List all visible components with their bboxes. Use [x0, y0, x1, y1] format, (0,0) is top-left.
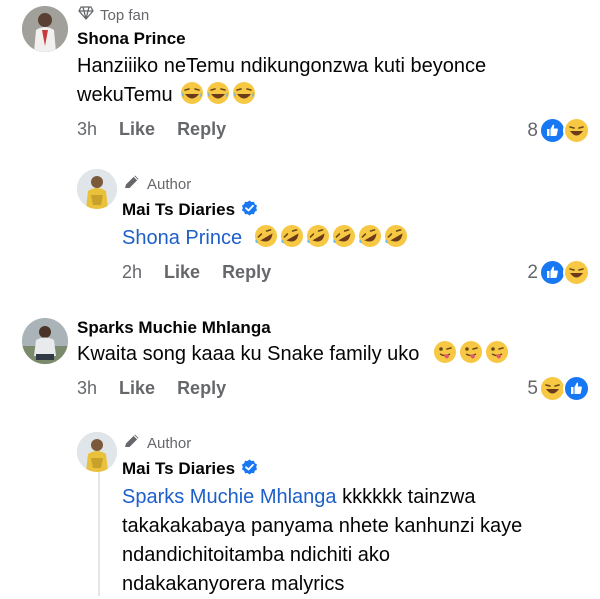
avatar[interactable]: [77, 169, 117, 209]
commenter-name[interactable]: Mai Ts Diaries: [122, 459, 258, 479]
laughing-face-emoji: [181, 82, 204, 104]
timestamp[interactable]: 3h: [77, 119, 97, 140]
comment-meta: 2h Like Reply: [122, 262, 271, 283]
badge-label: Top fan: [100, 6, 150, 24]
like-reaction-icon: [539, 259, 566, 286]
rofl-face-emoji: [384, 225, 407, 247]
like-reaction-icon: [539, 117, 566, 144]
comment-text-line: Hanziiiko neTemu ndikungonzwa kuti beyon…: [77, 55, 487, 77]
rofl-face-emoji: [280, 225, 303, 247]
reply-button[interactable]: Reply: [177, 119, 226, 140]
reaction-count: 8: [527, 119, 538, 141]
comment-text: Kwaita song kaaa ku Snake family uko: [77, 340, 509, 369]
reaction-count: 5: [527, 377, 538, 399]
author-badge: Author: [123, 433, 191, 453]
comment-text-line: ndandichitoitamba ndichiti ako: [122, 544, 390, 566]
verified-badge-icon: [242, 200, 258, 216]
timestamp[interactable]: 3h: [77, 378, 97, 399]
rofl-face-emoji: [358, 225, 381, 247]
thread-line: [98, 460, 100, 596]
comment-meta: 3h Like Reply: [77, 119, 226, 140]
like-reaction-icon: [563, 375, 590, 402]
comment-text-line: wekuTemu: [77, 81, 577, 110]
avatar[interactable]: [77, 432, 117, 472]
rofl-face-emoji: [306, 225, 329, 247]
timestamp[interactable]: 2h: [122, 262, 142, 283]
haha-reaction-icon: [563, 117, 590, 144]
laughing-face-emoji: [207, 82, 230, 104]
commenter-name[interactable]: Mai Ts Diaries: [122, 200, 258, 220]
winking-tongue-face-emoji: [485, 341, 508, 363]
pen-icon: [123, 174, 141, 194]
reaction-count: 2: [527, 261, 538, 283]
emoji-group: [431, 341, 509, 365]
mention-link[interactable]: Shona Prince: [122, 227, 242, 249]
badge-label: Author: [147, 434, 192, 452]
emoji-group: [173, 82, 257, 106]
reply-button[interactable]: Reply: [222, 262, 271, 283]
comment-meta: 3h Like Reply: [77, 378, 226, 399]
top-fan-badge: Top fan: [78, 6, 149, 24]
commenter-name[interactable]: Sparks Muchie Mhlanga: [77, 318, 271, 338]
reaction-summary[interactable]: 8: [527, 117, 590, 144]
commenter-name[interactable]: Shona Prince: [77, 29, 186, 49]
comment-text-line: takakakabaya panyama nhete kanhunzi kaye: [122, 515, 523, 537]
mention-link[interactable]: Sparks Muchie Mhlanga: [122, 486, 337, 508]
badge-label: Author: [147, 175, 192, 193]
emoji-group: [252, 225, 408, 249]
comment-text: Shona Prince: [122, 224, 408, 253]
laughing-face-emoji: [233, 82, 256, 104]
diamond-icon: [78, 6, 94, 24]
like-button[interactable]: Like: [119, 378, 155, 399]
like-button[interactable]: Like: [119, 119, 155, 140]
rofl-face-emoji: [254, 225, 277, 247]
author-badge: Author: [123, 174, 191, 194]
reaction-summary[interactable]: 2: [527, 259, 590, 286]
comment-text: Sparks Muchie Mhlanga kkkkkk tainzwa tak…: [122, 483, 592, 599]
haha-reaction-icon: [563, 259, 590, 286]
verified-badge-icon: [242, 459, 258, 475]
avatar[interactable]: [22, 6, 68, 52]
reaction-summary[interactable]: 5: [527, 375, 590, 402]
pen-icon: [123, 433, 141, 453]
comment-text-line: ndakakanyorera malyrics: [122, 573, 345, 595]
like-button[interactable]: Like: [164, 262, 200, 283]
comment-text: Hanziiiko neTemu ndikungonzwa kuti beyon…: [77, 52, 577, 110]
winking-tongue-face-emoji: [459, 341, 482, 363]
rofl-face-emoji: [332, 225, 355, 247]
haha-reaction-icon: [539, 375, 566, 402]
comment-text-line: Sparks Muchie Mhlanga kkkkkk tainzwa: [122, 486, 476, 508]
reply-button[interactable]: Reply: [177, 378, 226, 399]
winking-tongue-face-emoji: [433, 341, 456, 363]
avatar[interactable]: [22, 318, 68, 364]
